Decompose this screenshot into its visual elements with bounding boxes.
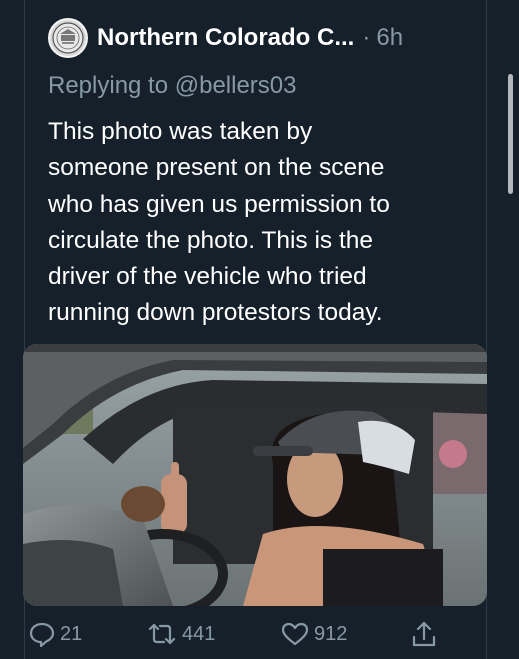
- author-name[interactable]: Northern Colorado C...: [97, 24, 354, 52]
- like-count: 912: [314, 622, 348, 645]
- retweet-count: 441: [182, 622, 216, 645]
- heart-icon: [281, 622, 309, 646]
- tweet-text-line: running down protestors today.: [48, 299, 383, 327]
- retweet-arrows-icon: [148, 623, 176, 645]
- share-button[interactable]: [410, 616, 438, 652]
- reply-count: 21: [60, 622, 83, 645]
- tweet-text-line: who has given us permission to: [48, 190, 390, 218]
- tweet-text-line: driver of the vehicle who tried: [48, 263, 367, 291]
- tweet-text: This photo was taken by someone present …: [48, 114, 468, 332]
- tweet-actions: 21 441 912: [28, 616, 448, 652]
- replying-to-line[interactable]: Replying to @bellers03: [48, 72, 297, 100]
- like-button[interactable]: 912: [280, 616, 347, 652]
- tweet-text-line: This photo was taken by: [48, 118, 313, 145]
- tweet-text-line: circulate the photo. This is the: [48, 226, 374, 254]
- speech-bubble-icon: [29, 622, 55, 648]
- photo-driver-in-car: [23, 344, 487, 606]
- meta-separator: ·: [362, 24, 371, 51]
- organization-seal-icon: [52, 22, 84, 54]
- share-upload-icon: [412, 621, 436, 647]
- scrollbar[interactable]: [508, 74, 513, 194]
- avatar[interactable]: [48, 18, 88, 58]
- tweet-screen: Northern Colorado C... · 6h Replying to …: [0, 0, 519, 659]
- reply-button[interactable]: 21: [28, 616, 82, 652]
- tweet-text-line: someone present on the scene: [48, 154, 385, 182]
- retweet-button[interactable]: 441: [146, 616, 215, 652]
- tweet-photo[interactable]: [23, 344, 487, 606]
- tweet-header: Northern Colorado C... · 6h: [48, 18, 403, 58]
- tweet-timestamp[interactable]: 6h: [376, 24, 403, 52]
